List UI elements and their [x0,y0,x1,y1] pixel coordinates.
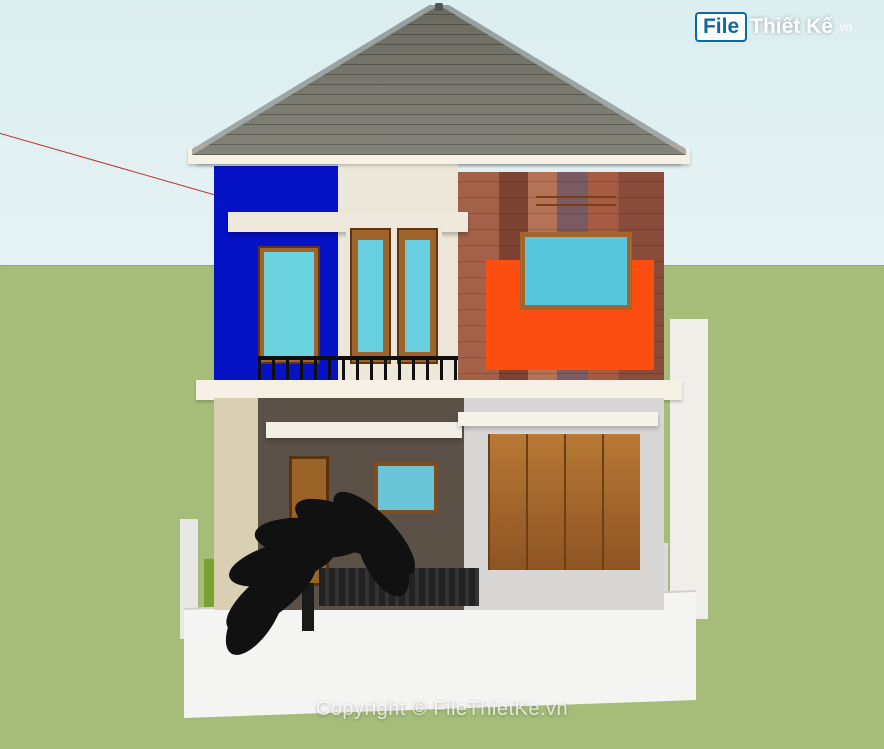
ff-window-left [258,246,320,364]
ff-balcony-door [346,228,442,364]
door-leaf [350,228,391,364]
compound-wall-right [670,319,708,619]
roof-ridge [435,3,443,11]
roof-front-face [192,5,686,155]
gate-panel [602,434,640,570]
gf-canopy-left [266,422,462,438]
gate-panel [564,434,602,570]
logo-text: Thiết Kế [750,15,833,39]
gf-canopy-right [458,412,658,426]
ff-window-right [520,232,632,310]
palm-plant [224,441,394,631]
logo-tld: .vn [836,20,852,34]
gate-panel [526,434,564,570]
first-floor [214,164,664,398]
slab-mid [196,380,682,400]
roof-hip [192,5,686,155]
door-leaf [397,228,438,364]
ff-vent-slots [536,196,616,206]
gate-panel [488,434,526,570]
copyright-watermark: Copyright © FileThietKe.vn [0,698,884,721]
gf-front-gate [488,434,640,570]
logo-box: File [695,12,747,42]
house-scene [170,0,710,749]
watermark-logo: File Thiết Kế .vn [695,12,852,42]
sketchup-viewport: File Thiết Kế .vn [0,0,884,749]
